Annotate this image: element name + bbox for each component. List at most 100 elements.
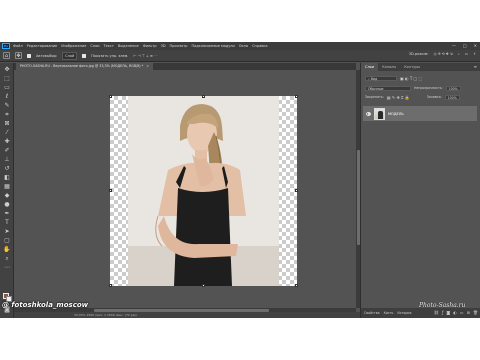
transform-handle-top-right[interactable] (295, 95, 298, 98)
new-group-icon[interactable]: ▭ (460, 310, 464, 315)
delete-layer-icon[interactable]: 🗑 (473, 310, 478, 315)
layer-filter-row: ⌕ Вид ▣ ◐ T ▢ ⬚ (365, 75, 477, 81)
transform-controls-checkbox[interactable] (82, 53, 87, 58)
dodge-tool-icon[interactable]: ● (3, 201, 11, 208)
clone-stamp-tool-icon[interactable]: ⊥ (3, 156, 11, 163)
transform-handle-right[interactable] (295, 189, 298, 192)
close-icon[interactable]: ✕ (474, 43, 477, 48)
panel-menu-icon[interactable]: ≡ (474, 64, 477, 69)
marquee-tool-icon[interactable]: ▭ (3, 84, 11, 91)
zoom-tool-icon[interactable]: ⌕ (3, 255, 11, 262)
workspace-icon[interactable]: ▭ (465, 52, 468, 56)
transform-handle-bottom[interactable] (202, 284, 205, 287)
lasso-tool-icon[interactable]: ℓ (3, 93, 11, 100)
path-select-tool-icon[interactable]: ➤ (3, 228, 11, 235)
close-tab-icon[interactable]: × (146, 64, 149, 68)
move-tool-icon[interactable]: ✥ (15, 52, 22, 59)
layer-name[interactable]: МОДЕЛЬ (388, 112, 404, 116)
model-photo[interactable] (128, 96, 279, 286)
blur-tool-icon[interactable]: ◆ (3, 192, 11, 199)
autoselect-checkbox[interactable] (27, 53, 31, 58)
history-brush-tool-icon[interactable]: ↺ (3, 165, 11, 172)
shape-tool-icon[interactable]: ▢ (3, 237, 11, 244)
document-tab[interactable]: PHOTO-SASHA.RU - Вертикальное фото.jpg @… (16, 63, 154, 70)
artboard-tool-icon[interactable]: ⬚ (3, 75, 11, 82)
crop-tool-icon[interactable]: ⌗ (3, 111, 11, 118)
transform-handle-bottom-left[interactable] (109, 284, 112, 287)
menu-item-window[interactable]: Окно (239, 44, 248, 48)
layer-filter-dropdown[interactable]: ⌕ Вид (365, 75, 397, 81)
menu-item-file[interactable]: Файл (13, 44, 23, 48)
transform-handle-top[interactable] (202, 95, 205, 98)
document-tab-title: PHOTO-SASHA.RU - Вертикальное фото.jpg @… (20, 64, 144, 68)
opacity-field[interactable]: 100% (445, 85, 461, 91)
transform-handle-bottom-right[interactable] (295, 284, 298, 287)
panel-bottom-bar: Свойства Кисть История ⛓ ƒ ◙ ◐ ▭ ⊞ 🗑 (361, 308, 480, 318)
menu-item-type[interactable]: Текст (104, 44, 114, 48)
options-bar: ⌂ ✥ Автовыбор: Слой Показать упр. элем. … (0, 50, 480, 62)
menu-item-filter[interactable]: Фильтр (143, 44, 157, 48)
transform-controls-label: Показать упр. элем. (91, 53, 129, 58)
type-tool-icon[interactable]: T (3, 219, 11, 226)
menu-item-plugins[interactable]: Подключаемые модули (191, 44, 234, 48)
status-bar: 33,33% 1500 пикс. x 1500 пикс. (72 ppi) (14, 312, 360, 318)
add-mask-icon[interactable]: ◙ (446, 310, 450, 315)
transform-handle-left[interactable] (109, 189, 112, 192)
lock-icons[interactable]: ▦ ✎ ✥ ⌗ 🔒 (387, 95, 410, 100)
panel-tab-bar: Слои Каналы Контуры (361, 63, 480, 71)
adjustment-layer-icon[interactable]: ◐ (453, 310, 457, 315)
eraser-tool-icon[interactable]: ◧ (3, 174, 11, 181)
3d-mode-icons[interactable]: ◎ ✣ ⟲ ✥ ⇲ (434, 52, 453, 56)
layer-style-icon[interactable]: ƒ (442, 310, 443, 315)
eye-icon[interactable] (366, 111, 371, 116)
lock-fill-row: Закрепить: ▦ ✎ ✥ ⌗ 🔒 Заливка: 100% (365, 94, 477, 100)
tab-paths[interactable]: Контуры (400, 63, 424, 71)
canvas-area[interactable] (14, 70, 356, 308)
link-layers-icon[interactable]: ⛓ (434, 310, 439, 315)
menu-item-3d[interactable]: 3D (161, 44, 166, 48)
quick-select-tool-icon[interactable]: ✎ (3, 102, 11, 109)
layer-row-model[interactable]: МОДЕЛЬ (363, 106, 477, 121)
filter-type-icons[interactable]: ▣ ◐ T ▢ ⬚ (400, 76, 422, 81)
menu-bar: Ps Файл Редактирование Изображение Слои … (0, 42, 480, 50)
menu-item-help[interactable]: Справка (252, 44, 267, 48)
photoshop-logo-icon: Ps (2, 43, 10, 49)
fill-field[interactable]: 100% (444, 94, 460, 100)
tab-channels[interactable]: Каналы (378, 63, 400, 71)
autoselect-dropdown[interactable]: Слой (62, 51, 78, 60)
tab-history[interactable]: История (397, 311, 411, 315)
move-tool-icon[interactable]: ✥ (3, 66, 11, 73)
minimize-icon[interactable]: — (452, 43, 456, 48)
menu-item-select[interactable]: Выделение (118, 44, 139, 48)
transform-handle-top-left[interactable] (109, 95, 112, 98)
pen-tool-icon[interactable]: ✒ (3, 210, 11, 217)
menu-item-image[interactable]: Изображение (61, 44, 86, 48)
blend-mode-dropdown[interactable]: Обычные (365, 85, 411, 91)
frame-tool-icon[interactable]: ⊠ (3, 120, 11, 127)
brush-tool-icon[interactable]: ✐ (3, 147, 11, 154)
menu-item-layers[interactable]: Слои (90, 44, 99, 48)
opacity-label: Непрозрачность: (414, 86, 443, 90)
hand-tool-icon[interactable]: ✋ (3, 246, 11, 253)
document-tab-bar: PHOTO-SASHA.RU - Вертикальное фото.jpg @… (14, 63, 356, 70)
tab-layers[interactable]: Слои (361, 63, 379, 71)
search-icon[interactable]: ⌕ (458, 52, 460, 56)
healing-brush-tool-icon[interactable]: ✚ (3, 138, 11, 145)
menu-item-view[interactable]: Просмотр (170, 44, 188, 48)
new-layer-icon[interactable]: ⊞ (467, 310, 470, 315)
more-tools-icon[interactable]: ⋯ (3, 264, 11, 271)
fill-label: Заливка: (426, 95, 442, 99)
home-icon[interactable]: ⌂ (3, 52, 10, 59)
window-controls: — □ ✕ (452, 43, 477, 48)
gradient-tool-icon[interactable]: ▦ (3, 183, 11, 190)
options-right: 3D-режим: ◎ ✣ ⟲ ✥ ⇲ ⌕ ▭ ⇪ (409, 52, 476, 56)
share-icon[interactable]: ⇪ (473, 52, 476, 56)
eyedropper-tool-icon[interactable]: ⁄ (3, 129, 11, 136)
tab-brush[interactable]: Кисть (384, 311, 394, 315)
tab-properties[interactable]: Свойства (364, 311, 380, 315)
align-icons[interactable]: ⊢ ⊣ ⊤ ⊥ ≡ ⋯ (133, 54, 157, 58)
tools-panel: ✥ ⬚ ▭ ℓ ✎ ⌗ ⊠ ⁄ ✚ ✐ ⊥ ↺ ◧ ▦ ◆ ● ✒ T ➤ ▢ … (0, 63, 14, 318)
watermark-right: Photo-Sasha.ru (419, 302, 466, 309)
menu-item-edit[interactable]: Редактирование (27, 44, 58, 48)
maximize-icon[interactable]: □ (463, 43, 467, 48)
